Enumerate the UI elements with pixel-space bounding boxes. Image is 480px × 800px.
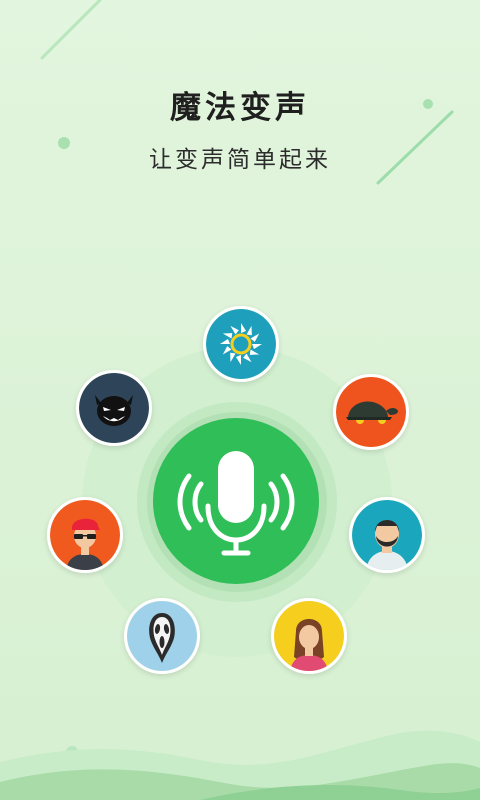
spinner-icon xyxy=(206,309,276,379)
page-subtitle: 让变声简单起来 xyxy=(149,147,331,173)
voice-effect-woman-button[interactable] xyxy=(271,598,347,674)
devil-icon xyxy=(79,373,149,443)
voice-effect-devil-button[interactable] xyxy=(76,370,152,446)
voice-effect-turtle-button[interactable] xyxy=(333,374,409,450)
ghost-mask-icon xyxy=(127,601,197,671)
turtle-icon xyxy=(336,377,406,447)
voice-effect-boy-button[interactable] xyxy=(47,497,123,573)
page-title: 魔法变声 xyxy=(170,90,310,126)
record-mic-button[interactable] xyxy=(153,418,319,584)
voice-effect-man-button[interactable] xyxy=(349,497,425,573)
voice-effect-spin-button[interactable] xyxy=(203,306,279,382)
bearded-man-icon xyxy=(352,500,422,570)
boy-sunglasses-icon xyxy=(50,500,120,570)
woman-icon xyxy=(274,601,344,671)
voice-effect-ghost-button[interactable] xyxy=(124,598,200,674)
microphone-icon xyxy=(153,418,319,584)
